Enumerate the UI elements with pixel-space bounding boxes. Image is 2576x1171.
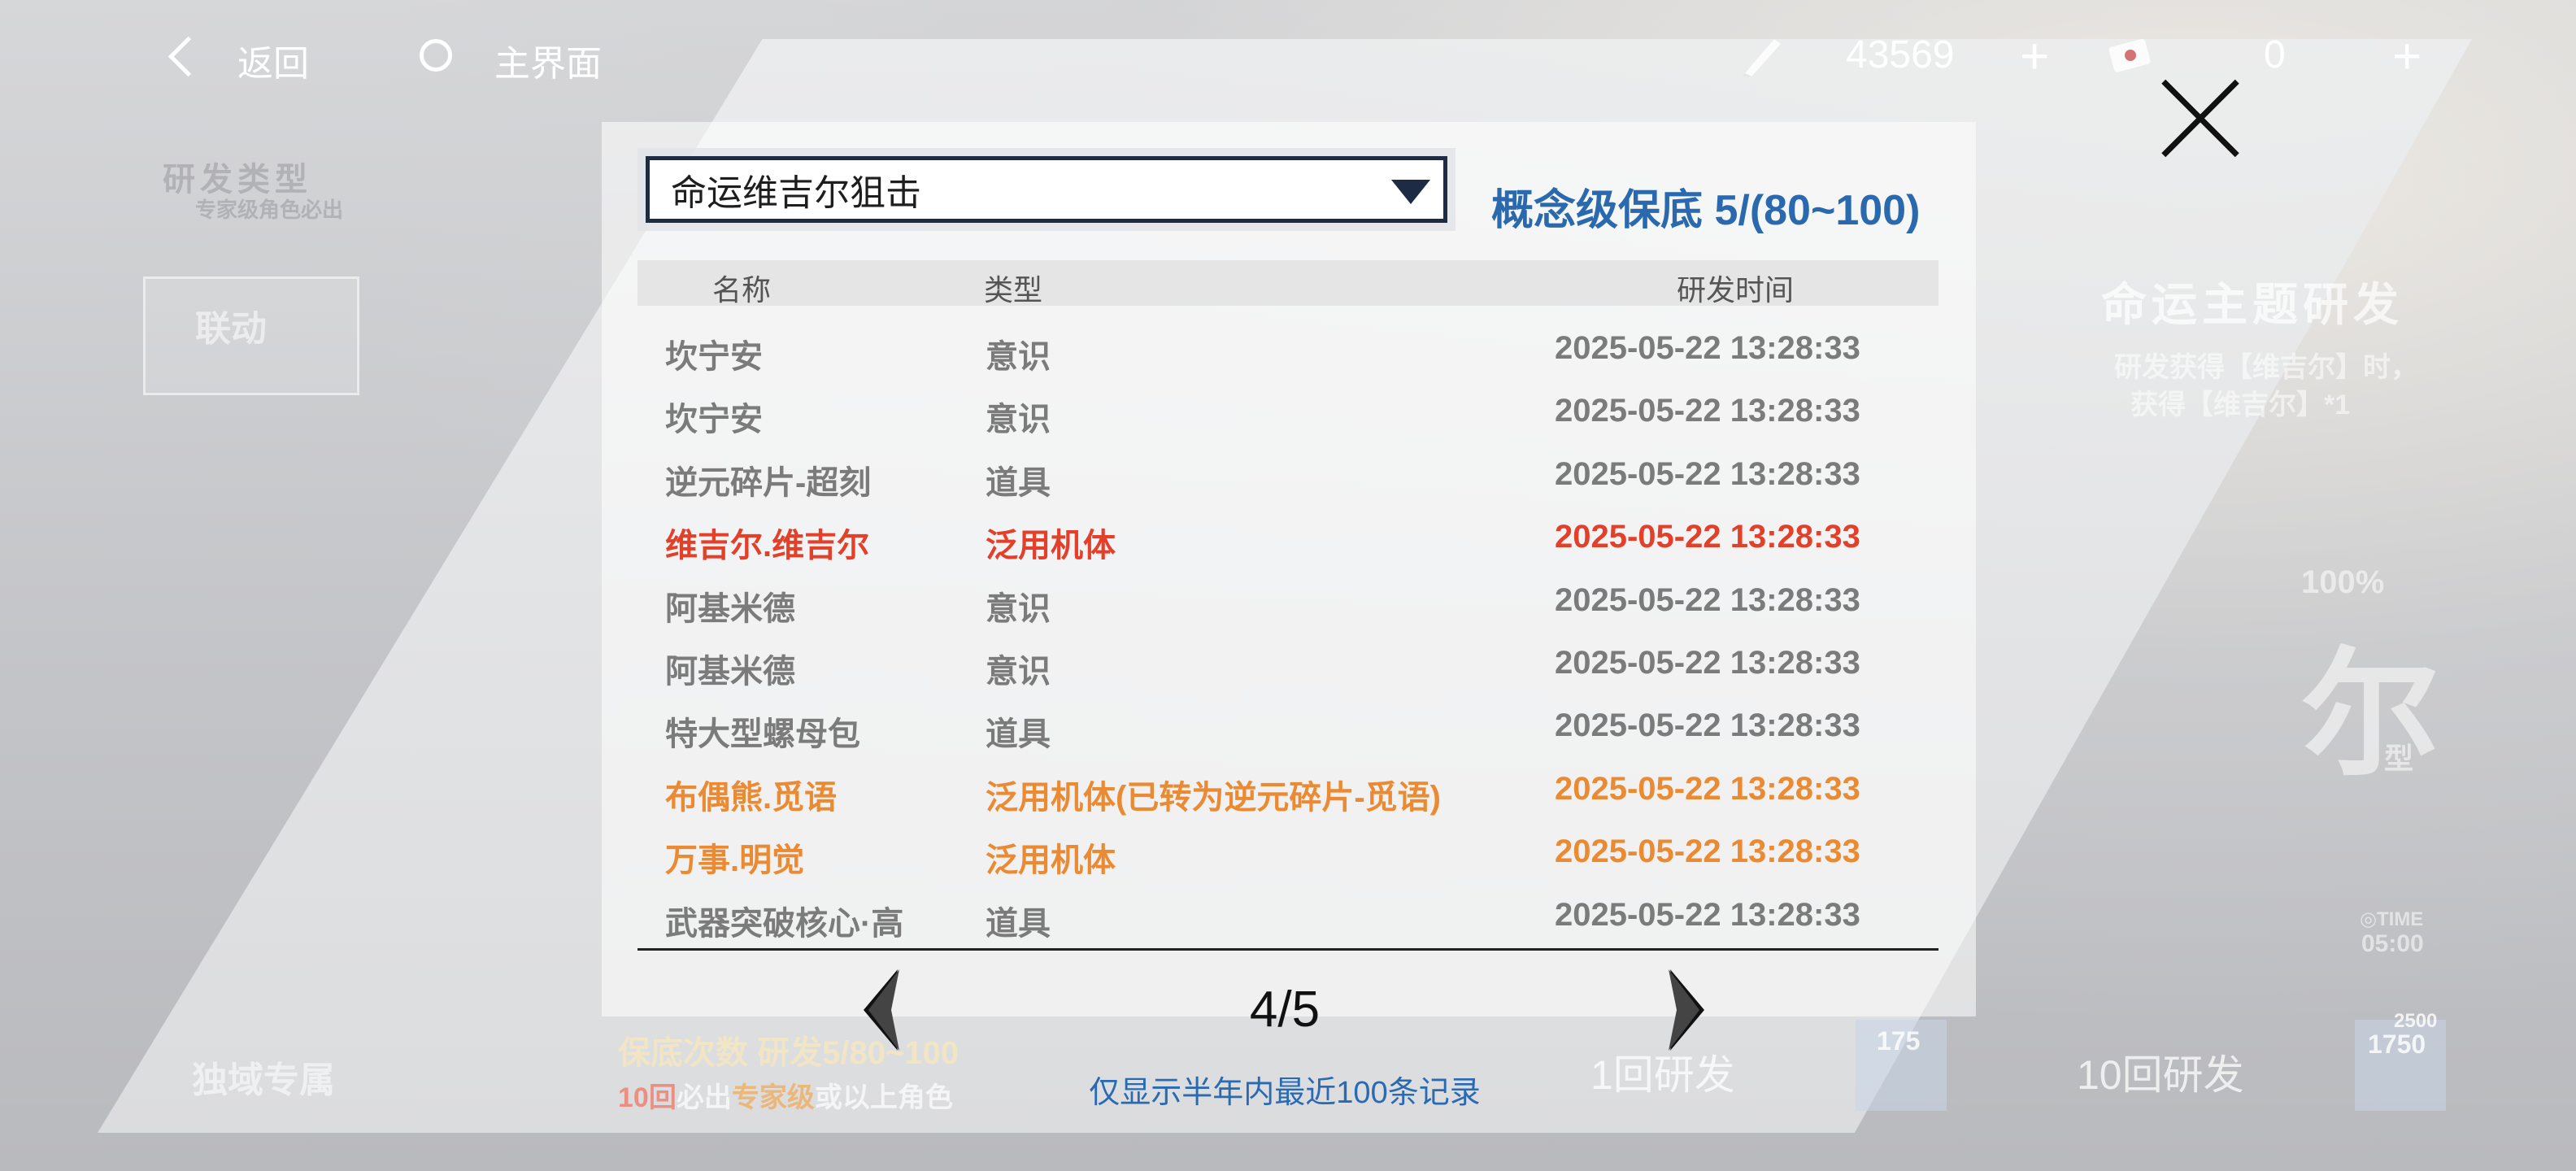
row-name: 坎宁安 (665, 402, 763, 438)
ticket-currency-icon (2108, 38, 2151, 72)
prev-page-button[interactable] (852, 966, 917, 1054)
pen-currency-icon (1742, 39, 1781, 76)
currency2-value: 0 (2264, 33, 2286, 76)
row-type: 意识 (986, 590, 1051, 627)
row-name: 坎宁安 (665, 339, 763, 375)
row-type: 道具 (986, 464, 1051, 501)
row-time: 2025-05-22 13:28:33 (1555, 455, 1860, 492)
row-name: 维吉尔.维吉尔 (665, 528, 870, 564)
row-type: 意识 (986, 339, 1051, 375)
bg-pull10-price: 1750 (2368, 1030, 2426, 1059)
bg-type-char: 型 (2384, 742, 2414, 775)
bg-big-char: 尔 (2301, 639, 2440, 792)
bg-pull1-price: 175 (1877, 1026, 1921, 1056)
back-button[interactable]: 返回 (159, 24, 322, 89)
bg-guarantee-suffix: 或以上角色 (814, 1082, 953, 1113)
home-button[interactable]: 主界面 (407, 24, 618, 89)
bg-theme-desc1: 研发获得【维吉尔】时， (2114, 352, 2418, 383)
pool-select-value: 命运维吉尔狙击 (671, 173, 921, 213)
row-time: 2025-05-22 13:28:33 (1555, 581, 1860, 618)
bg-pull10-old-price: 2500 (2394, 1010, 2438, 1032)
chevron-left-icon (168, 36, 209, 77)
back-label: 返回 (237, 44, 309, 84)
row-name: 万事.明觉 (665, 842, 805, 879)
row-name: 布偶熊.觅语 (665, 779, 838, 816)
next-page-button[interactable] (1651, 966, 1716, 1054)
table-row: 特大型螺母包 道具 2025-05-22 13:28:33 (637, 701, 1939, 764)
bg-time-label: ◎TIME (2360, 908, 2424, 930)
row-type: 意识 (986, 653, 1051, 690)
circle-icon (420, 39, 452, 72)
history-table: 坎宁安 意识 2025-05-22 13:28:33 坎宁安 意识 2025-05-22 … (637, 324, 1939, 953)
table-row: 维吉尔.维吉尔 泛用机体 2025-05-22 13:28:33 (637, 512, 1939, 575)
bg-bottom-left: 独域专属 (192, 1060, 335, 1100)
home-label: 主界面 (494, 44, 602, 84)
bg-time-value: 05:00 (2361, 930, 2424, 957)
row-name: 阿基米德 (665, 590, 795, 627)
record-note: 仅显示半年内最近100条记录 (1089, 1076, 1481, 1110)
row-type: 道具 (986, 716, 1051, 753)
bg-guarantee-hl: 专家级 (731, 1082, 815, 1113)
bg-guarantee-line: 10回必出专家级或以上角色 (618, 1075, 953, 1115)
currency1-value: 43569 (1846, 33, 1955, 76)
currency1-add-button[interactable]: + (2020, 28, 2049, 85)
row-time: 2025-05-22 13:28:33 (1555, 707, 1860, 744)
bg-pull10-button: 10回研发 (2077, 1052, 2244, 1098)
table-header: 名称 类型 研发时间 (637, 260, 1939, 307)
table-divider (637, 948, 1939, 951)
row-type: 泛用机体 (986, 842, 1116, 879)
currency2-add-button[interactable]: + (2392, 28, 2422, 85)
page-indicator: 4/5 (1249, 982, 1321, 1038)
row-time: 2025-05-22 13:28:33 (1555, 834, 1860, 870)
row-time: 2025-05-22 13:28:33 (1555, 519, 1860, 555)
close-button[interactable] (2160, 78, 2241, 159)
row-name: 阿基米德 (665, 653, 795, 690)
bg-percent: 100% (2301, 564, 2385, 600)
table-row: 阿基米德 意识 2025-05-22 13:28:33 (637, 638, 1939, 701)
bg-theme-title: 命运主题研发 (2101, 279, 2404, 330)
table-row: 武器突破核心·高 道具 2025-05-22 13:28:33 (637, 890, 1939, 953)
column-type: 类型 (984, 273, 1043, 307)
row-type: 泛用机体 (986, 528, 1116, 564)
row-time: 2025-05-22 13:28:33 (1555, 393, 1860, 429)
column-time: 研发时间 (1677, 273, 1795, 307)
bg-guarantee-prefix: 10回 (618, 1082, 677, 1113)
row-time: 2025-05-22 13:28:33 (1555, 644, 1860, 681)
row-name: 逆元碎片-超刻 (665, 464, 872, 501)
bg-tab-label: 联动 (195, 309, 267, 349)
column-name: 名称 (712, 273, 772, 307)
bg-theme-desc2: 获得【维吉尔】*1 (2130, 390, 2351, 420)
table-row: 阿基米德 意识 2025-05-22 13:28:33 (637, 576, 1939, 638)
table-row: 坎宁安 意识 2025-05-22 13:28:33 (637, 386, 1939, 449)
row-time: 2025-05-22 13:28:33 (1555, 330, 1860, 366)
pity-counter: 概念级保底 5/(80~100) (1491, 187, 1921, 234)
table-row: 坎宁安 意识 2025-05-22 13:28:33 (637, 324, 1939, 386)
row-type: 意识 (986, 402, 1051, 438)
row-name: 特大型螺母包 (665, 716, 860, 753)
row-name: 武器突破核心·高 (665, 905, 904, 942)
row-type: 泛用机体(已转为逆元碎片-觅语) (986, 779, 1441, 816)
bg-section-sub: 专家级角色必出 (195, 198, 344, 222)
row-type: 道具 (986, 905, 1051, 942)
table-row: 布偶熊.觅语 泛用机体(已转为逆元碎片-觅语) 2025-05-22 13:28:3… (637, 764, 1939, 827)
table-row: 逆元碎片-超刻 道具 2025-05-22 13:28:33 (637, 450, 1939, 512)
triangle-down-icon (1391, 180, 1430, 204)
table-row: 万事.明觉 泛用机体 2025-05-22 13:28:33 (637, 827, 1939, 890)
row-time: 2025-05-22 13:28:33 (1555, 896, 1860, 933)
pool-select[interactable]: 命运维吉尔狙击 (646, 156, 1447, 223)
bg-guarantee-mid: 必出 (676, 1082, 732, 1113)
row-time: 2025-05-22 13:28:33 (1555, 770, 1860, 807)
